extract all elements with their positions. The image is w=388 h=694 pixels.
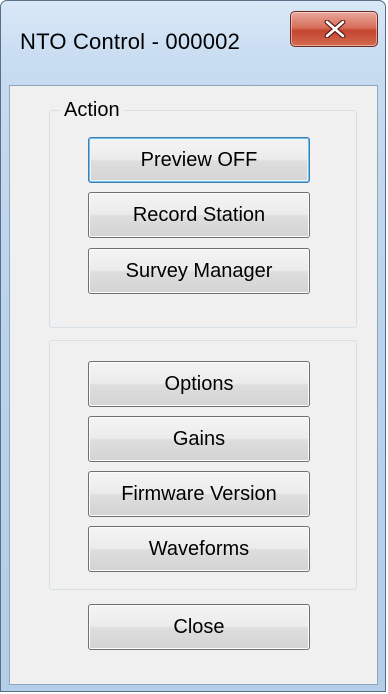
preview-off-button-label: Preview OFF — [140, 148, 258, 171]
action-group-label: Action — [60, 99, 124, 122]
record-station-button-label: Record Station — [132, 203, 266, 226]
gains-button-label: Gains — [172, 427, 226, 450]
firmware-version-button-label: Firmware Version — [121, 482, 277, 505]
preview-off-button[interactable]: Preview OFF — [88, 137, 310, 183]
title-close-button[interactable] — [290, 11, 378, 47]
gains-button[interactable]: Gains — [88, 416, 310, 462]
dialog-client-area: Action Preview OFF Record Station Survey… — [9, 85, 378, 685]
record-station-button[interactable]: Record Station — [88, 192, 310, 238]
title-bar[interactable]: NTO Control - 000002 — [1, 1, 385, 85]
options-button-label: Options — [164, 372, 234, 395]
firmware-version-button[interactable]: Firmware Version — [88, 471, 310, 517]
waveforms-button[interactable]: Waveforms — [88, 526, 310, 572]
survey-manager-button-label: Survey Manager — [125, 259, 273, 282]
close-icon — [324, 20, 346, 38]
close-button[interactable]: Close — [88, 604, 310, 650]
waveforms-button-label: Waveforms — [148, 537, 250, 560]
window-title: NTO Control - 000002 — [20, 29, 241, 54]
dialog-window: NTO Control - 000002 Action Preview OFF … — [0, 0, 386, 692]
survey-manager-button[interactable]: Survey Manager — [88, 248, 310, 294]
options-button[interactable]: Options — [88, 361, 310, 407]
close-button-label: Close — [173, 615, 225, 638]
